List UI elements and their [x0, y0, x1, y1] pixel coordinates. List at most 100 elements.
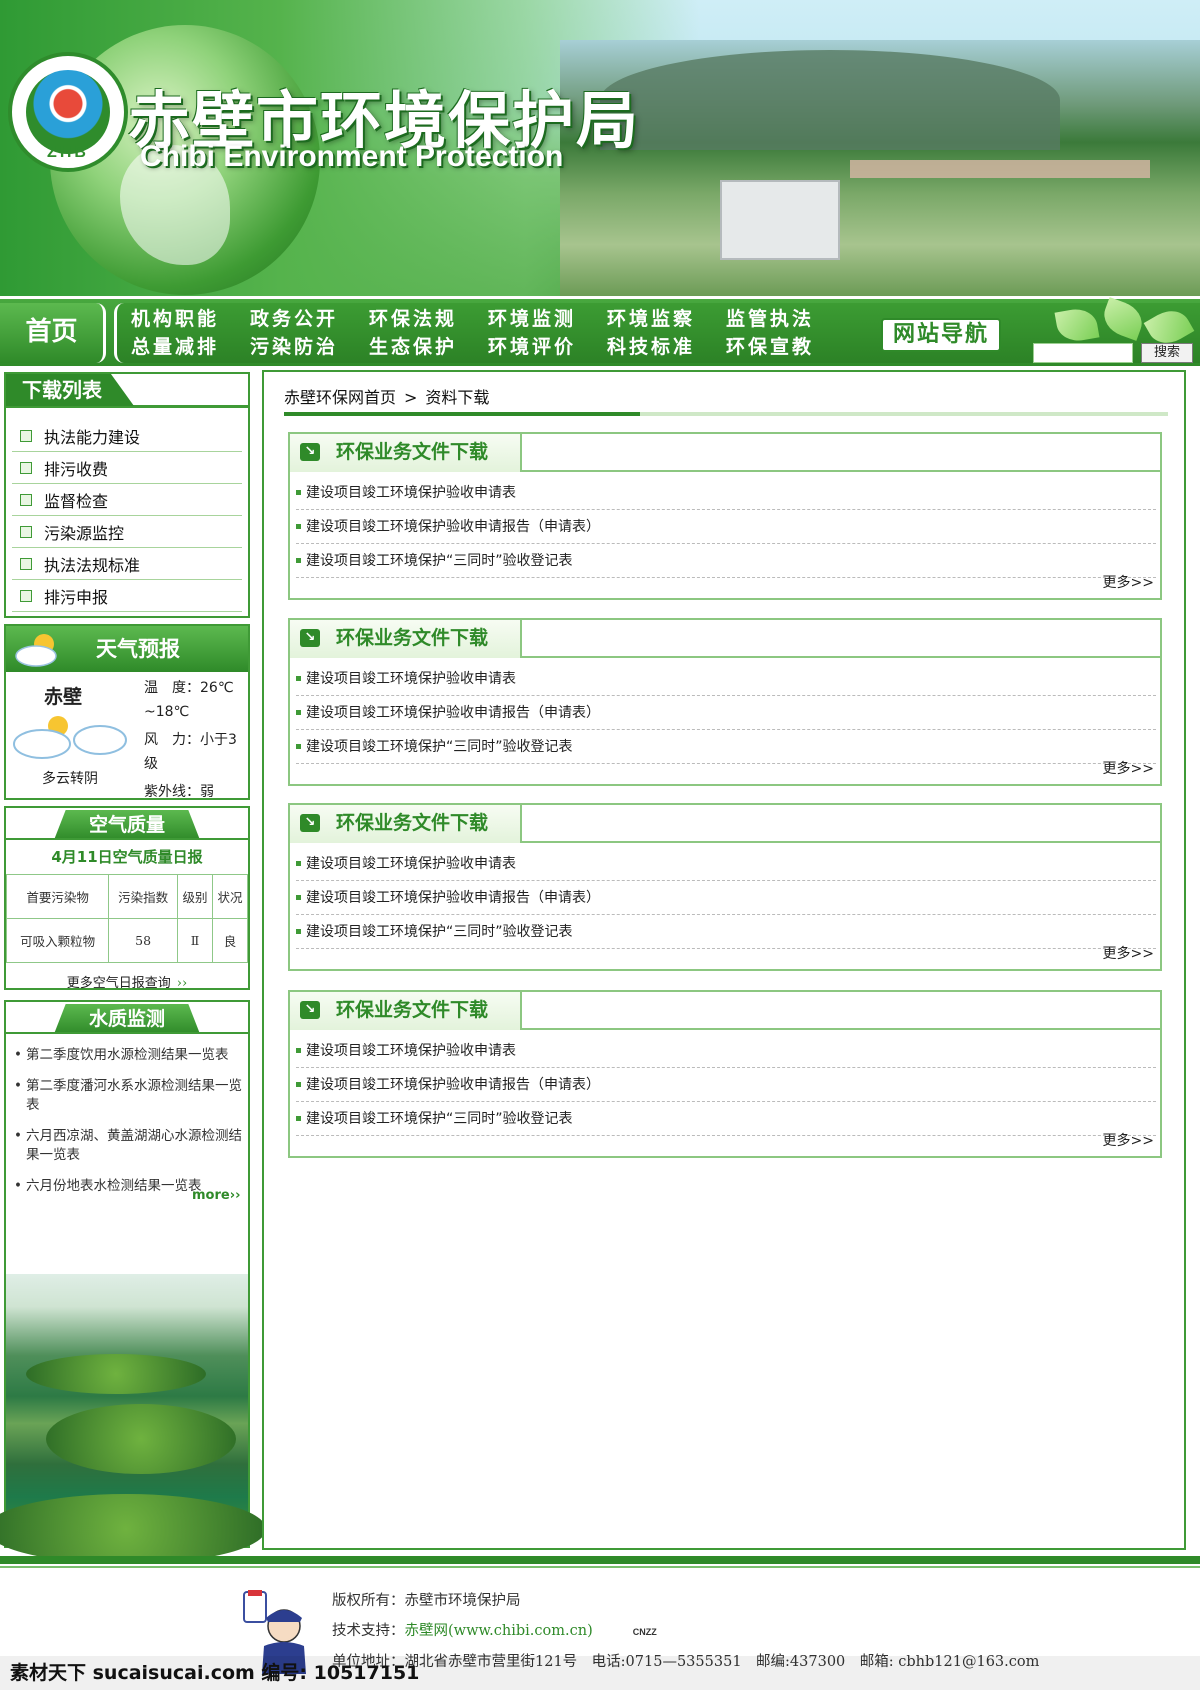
nav-item[interactable]: 总量减排	[131, 333, 250, 361]
emblem-logo[interactable]: ZHB	[8, 52, 128, 172]
panel-title: ↘ 环保业务文件下载	[290, 992, 522, 1030]
search-button[interactable]: 搜索	[1141, 343, 1193, 363]
table-header-cell: 污染指数	[108, 874, 178, 919]
weather-title: 天气预报	[96, 637, 180, 661]
list-item[interactable]: 第二季度潘河水系水源检测结果一览表	[12, 1077, 242, 1115]
breadcrumb: 赤壁环保网首页 > 资料下载	[284, 384, 489, 408]
breadcrumb-home[interactable]: 赤壁环保网首页	[284, 388, 396, 407]
water-quality-title: 水质监测	[54, 1004, 200, 1034]
panel-title-text: 环保业务文件下载	[336, 627, 489, 649]
tech-link[interactable]: 赤壁网(www.chibi.com.cn)	[405, 1623, 593, 1639]
list-item[interactable]: 建设项目竣工环境保护“三同时”验收登记表	[296, 544, 1156, 578]
wind-label: 风 力：	[144, 732, 200, 748]
table-row: 可吸入颗粒物 58 Ⅱ 良	[5, 918, 249, 963]
leaf-decoration	[1047, 297, 1197, 351]
main-nav: 首页 机构职能 政务公开 环保法规 环境监测 环境监察 监管执法 总量减排 污染…	[0, 296, 1200, 366]
nav-item[interactable]: 科技标准	[607, 333, 726, 361]
nav-panel: 机构职能 政务公开 环保法规 环境监测 环境监察 监管执法 总量减排 污染防治 …	[114, 297, 1200, 363]
nav-home[interactable]: 首页	[0, 303, 106, 363]
list-item[interactable]: 建设项目竣工环境保护验收申请报告（申请表）	[296, 510, 1156, 544]
panel-title-text: 环保业务文件下载	[336, 812, 489, 834]
photo-hill	[600, 50, 1060, 150]
table-cell: Ⅱ	[176, 918, 213, 963]
download-list-item[interactable]: 排污收费	[12, 452, 242, 484]
doc-icon	[20, 525, 32, 538]
nav-item[interactable]: 环保宣教	[726, 333, 845, 361]
download-list-item[interactable]: 排污申报	[12, 580, 242, 612]
download-list-item[interactable]: 执法法规标准	[12, 548, 242, 580]
copyright-label: 版权所有：	[332, 1593, 405, 1609]
uv-value: 弱	[200, 784, 214, 800]
download-list-item[interactable]: 污染源监控	[12, 516, 242, 548]
download-arrow-icon: ↘	[300, 1001, 320, 1019]
more-link[interactable]: 更多>>	[1103, 943, 1154, 963]
table-header-cell: 级别	[176, 874, 213, 919]
search-input[interactable]	[1033, 343, 1133, 363]
air-more-link[interactable]: 更多空气日报查询 ››	[6, 972, 248, 991]
lake-photo	[0, 1274, 266, 1564]
list-item[interactable]: 建设项目竣工环境保护“三同时”验收登记表	[296, 915, 1156, 949]
footer-divider-thin	[0, 1566, 1200, 1568]
breadcrumb-underline	[284, 412, 1168, 416]
double-chevron-icon: ››	[176, 976, 188, 991]
download-list-label: 执法能力建设	[44, 427, 141, 447]
list-item[interactable]: 建设项目竣工环境保护验收申请表	[296, 662, 1156, 696]
more-link[interactable]: 更多>>	[1103, 758, 1154, 778]
list-item[interactable]: 建设项目竣工环境保护“三同时”验收登记表	[296, 1102, 1156, 1136]
panel-list: 建设项目竣工环境保护验收申请表 建设项目竣工环境保护验收申请报告（申请表） 建设…	[296, 1034, 1156, 1136]
download-list-item[interactable]: 监督检查	[12, 484, 242, 516]
nav-item[interactable]: 环境评价	[488, 333, 607, 361]
nav-item[interactable]: 政务公开	[250, 305, 369, 333]
doc-icon	[20, 461, 32, 474]
list-item[interactable]: 建设项目竣工环境保护验收申请表	[296, 1034, 1156, 1068]
panel-title: ↘ 环保业务文件下载	[290, 620, 522, 658]
download-list-header: 下载列表	[6, 374, 248, 408]
divider	[6, 838, 248, 840]
site-header: ZHB 赤壁市环境保护局 Chibi Environment Protectio…	[0, 0, 1200, 296]
panel-title-text: 环保业务文件下载	[336, 999, 489, 1021]
nav-item[interactable]: 监管执法	[726, 305, 845, 333]
list-item[interactable]: 建设项目竣工环境保护验收申请表	[296, 847, 1156, 881]
watermark-banner: 素材天下 sucaisucai.com 编号: 10517151	[0, 1656, 1200, 1690]
list-item[interactable]: 建设项目竣工环境保护验收申请报告（申请表）	[296, 881, 1156, 915]
nav-item[interactable]: 生态保护	[369, 333, 488, 361]
nav-item[interactable]: 环保法规	[369, 305, 488, 333]
weather-uv: 紫外线：弱	[144, 780, 248, 804]
footer-tech: 技术支持：赤壁网(www.chibi.com.cn) CNZZ	[332, 1616, 1039, 1647]
list-item[interactable]: 建设项目竣工环境保护验收申请表	[296, 476, 1156, 510]
weather-city: 赤壁	[44, 686, 83, 708]
sitemap-button[interactable]: 网站导航	[881, 318, 1001, 352]
list-item[interactable]: 建设项目竣工环境保护验收申请报告（申请表）	[296, 1068, 1156, 1102]
cloudy-icon	[13, 716, 127, 759]
more-link[interactable]: 更多>>	[1103, 572, 1154, 592]
doc-icon	[20, 493, 32, 506]
nav-grid: 机构职能 政务公开 环保法规 环境监测 环境监察 监管执法 总量减排 污染防治 …	[131, 305, 831, 361]
divider	[522, 470, 1160, 472]
nav-item[interactable]: 环境监测	[488, 305, 607, 333]
download-list-label: 排污申报	[44, 587, 109, 607]
list-item[interactable]: 建设项目竣工环境保护验收申请报告（申请表）	[296, 696, 1156, 730]
nav-item[interactable]: 环境监察	[607, 305, 726, 333]
list-item[interactable]: 第二季度饮用水源检测结果一览表	[12, 1046, 242, 1065]
divider	[522, 1028, 1160, 1030]
air-quality-title: 空气质量	[54, 810, 200, 840]
table-cell: 可吸入颗粒物	[5, 918, 110, 963]
weather-info: 温 度：26℃ ~18℃ 风 力：小于3级 紫外线：弱	[144, 676, 248, 804]
water-more-link[interactable]: more››	[192, 1188, 240, 1203]
doc-icon	[20, 589, 32, 602]
list-item[interactable]: 六月西凉湖、黄盖湖湖心水源检测结果一览表	[12, 1127, 242, 1165]
list-item[interactable]: 建设项目竣工环境保护“三同时”验收登记表	[296, 730, 1156, 764]
panel-list: 建设项目竣工环境保护验收申请表 建设项目竣工环境保护验收申请报告（申请表） 建设…	[296, 847, 1156, 949]
download-list-box: 下载列表 执法能力建设 排污收费 监督检查 污染源监控 执法法规标准 排污申报	[4, 372, 250, 618]
table-cell: 58	[108, 918, 178, 963]
download-list-item[interactable]: 执法能力建设	[12, 420, 242, 452]
footer-divider	[0, 1556, 1200, 1564]
island	[26, 1354, 206, 1394]
temp-label: 温 度：	[144, 680, 200, 696]
cnzz-badge[interactable]: CNZZ	[633, 1617, 657, 1647]
partly-cloudy-icon	[15, 634, 57, 667]
nav-item[interactable]: 污染防治	[250, 333, 369, 361]
water-quality-box: 水质监测 第二季度饮用水源检测结果一览表 第二季度潘河水系水源检测结果一览表 六…	[0, 1000, 266, 1564]
nav-item[interactable]: 机构职能	[131, 305, 250, 333]
more-link[interactable]: 更多>>	[1103, 1130, 1154, 1150]
